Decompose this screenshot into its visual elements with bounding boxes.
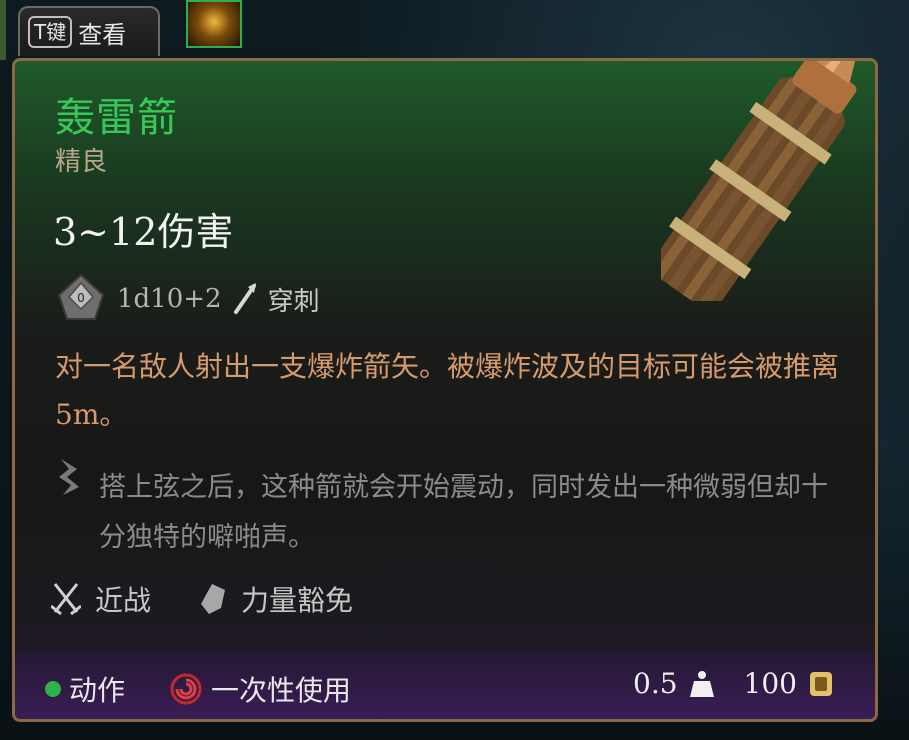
- hotbar-slot-thumbnail[interactable]: [186, 0, 242, 48]
- tag-strength-save: 力量豁免: [241, 584, 354, 617]
- item-weight: 0.5: [633, 667, 678, 700]
- item-rarity: 精良: [55, 147, 108, 177]
- item-tooltip: 轰雷箭 精良 3~12伤害 0 1d10+2 穿刺 对一名敌人射出一支爆炸箭矢。…: [12, 58, 878, 722]
- item-description: 对一名敌人射出一支爆炸箭矢。被爆炸波及的目标可能会被推离5m。: [55, 350, 840, 431]
- item-flavor-text: 搭上弦之后，这种箭就会开始震动，同时发出一种微弱但却十分独特的噼啪声。: [99, 472, 828, 553]
- damage-type: 穿刺: [267, 286, 320, 317]
- damage-dice-row: 0 1d10+2 穿刺: [55, 269, 320, 329]
- arrow-pierce-icon: [233, 283, 256, 314]
- hotkey-label: 查看: [78, 20, 127, 49]
- spiral-icon: [170, 673, 202, 705]
- item-price: 100: [743, 667, 797, 700]
- item-damage: 3~12伤害: [53, 210, 234, 254]
- left-edge-bar: [0, 0, 6, 60]
- footer-left: 动作 一次性使用: [45, 669, 351, 709]
- action-dot-icon: [45, 681, 61, 697]
- action-type: 动作: [69, 674, 126, 707]
- consumable-label: 一次性使用: [211, 674, 352, 707]
- item-name: 轰雷箭: [55, 95, 178, 141]
- weight-icon: [689, 670, 714, 697]
- footer-right: 0.5 100: [633, 667, 835, 700]
- crossed-swords-icon: [51, 583, 81, 616]
- coin-icon: [810, 671, 832, 696]
- item-tags: 近战 力量豁免: [51, 579, 353, 619]
- tag-melee: 近战: [95, 584, 152, 617]
- inspect-hotkey-hint[interactable]: T键 查看: [18, 6, 160, 56]
- quill-icon: [59, 459, 79, 495]
- svg-text:0: 0: [77, 291, 85, 305]
- shield-icon: [201, 584, 226, 614]
- hotkey-keycap: T键: [28, 16, 73, 48]
- damage-dice: 1d10+2: [117, 284, 222, 314]
- d10-die-icon: 0: [57, 273, 105, 320]
- arrow-item-art: [661, 61, 863, 301]
